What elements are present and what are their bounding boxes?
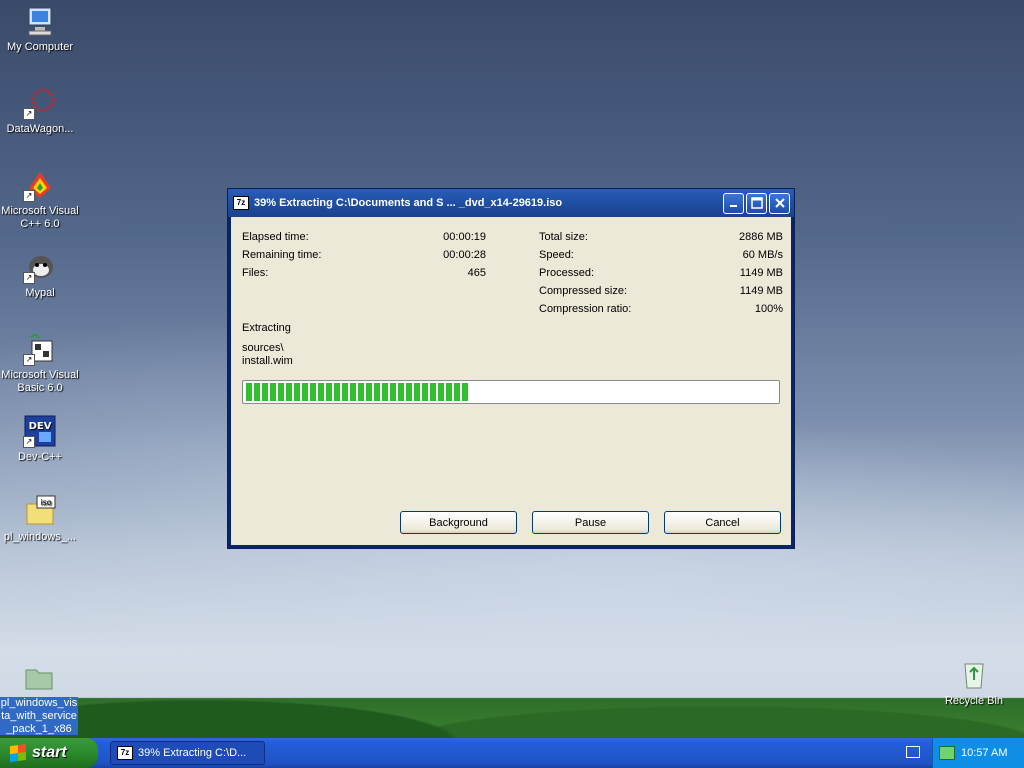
current-file: install.wim <box>242 355 293 367</box>
current-path: sources\ <box>242 342 284 354</box>
dialog-title-bar[interactable]: 7z 39% Extracting C:\Documents and S ...… <box>228 189 794 217</box>
files-value: 465 <box>467 267 486 279</box>
background-button[interactable]: Background <box>400 511 517 534</box>
desktop-icon-my-computer[interactable]: My Computer <box>0 4 80 54</box>
remaining-time-value: 00:00:28 <box>443 249 486 261</box>
taskbar: start 7z 39% Extracting C:\D... 10:57 AM <box>0 738 1024 768</box>
desktop-icon-label: Microsoft Visual C++ 6.0 <box>1 205 79 230</box>
minimize-button[interactable] <box>723 192 744 214</box>
processed-label: Processed: <box>539 267 595 279</box>
svg-text:iso: iso <box>40 498 51 507</box>
desktop-icon-devcpp[interactable]: DEV ↗ Dev-C++ <box>0 414 80 464</box>
computer-icon <box>23 4 57 38</box>
desktop-icon-recycle-bin[interactable]: Recycle Bin <box>934 658 1014 708</box>
processed-value: 1149 MB <box>739 267 783 279</box>
desktop-icon-mypal[interactable]: ↗ Mypal <box>0 250 80 300</box>
shortcut-arrow-icon: ↗ <box>23 272 35 284</box>
desktop-icon-label: Microsoft Visual Basic 6.0 <box>1 369 79 394</box>
compressed-size-value: 1149 MB <box>739 285 783 297</box>
taskbar-item-label: 39% Extracting C:\D... <box>138 747 247 759</box>
compression-ratio-value: 100% <box>754 303 783 315</box>
desktop-icon-visual-cpp[interactable]: ↗ Microsoft Visual C++ 6.0 <box>0 168 80 231</box>
svg-text:DEV: DEV <box>29 421 52 432</box>
taskbar-item-7zip[interactable]: 7z 39% Extracting C:\D... <box>110 741 265 765</box>
visual-cpp-icon: ↗ <box>23 168 57 202</box>
shortcut-arrow-icon: ↗ <box>23 190 35 202</box>
network-icon[interactable] <box>939 746 955 760</box>
maximize-icon <box>750 197 763 209</box>
speed-value: 60 MB/s <box>742 249 783 261</box>
shortcut-arrow-icon: ↗ <box>23 436 35 448</box>
extraction-progress-bar <box>242 380 780 404</box>
close-icon <box>774 198 785 208</box>
7zip-app-icon: 7z <box>117 746 133 760</box>
desktop-icon-iso-file[interactable]: iso pl_windows_... <box>0 494 80 544</box>
folder-icon <box>22 660 56 694</box>
shortcut-arrow-icon: ↗ <box>23 108 35 120</box>
compressed-size-label: Compressed size: <box>539 285 628 297</box>
desktop-icon-visual-basic[interactable]: ↗ Microsoft Visual Basic 6.0 <box>0 332 80 395</box>
start-button[interactable]: start <box>0 738 98 768</box>
cancel-button[interactable]: Cancel <box>664 511 781 534</box>
desktop-icon-label: Dev-C++ <box>17 451 63 463</box>
iso-file-icon: iso <box>23 494 57 528</box>
desktop-icon-label: Recycle Bin <box>944 695 1004 707</box>
desktop-icon-label: Mypal <box>25 287 55 299</box>
status-label: Extracting <box>242 322 291 334</box>
windows-logo-icon <box>10 743 26 763</box>
speed-label: Speed: <box>539 249 574 261</box>
datawagon-icon: ↗ <box>23 86 57 120</box>
extract-progress-dialog: 7z 39% Extracting C:\Documents and S ...… <box>227 188 795 549</box>
7zip-app-icon: 7z <box>233 196 249 210</box>
wallpaper-hills <box>0 648 1024 738</box>
devcpp-icon: DEV ↗ <box>23 414 57 448</box>
files-label: Files: <box>242 267 269 279</box>
desktop-icon-label: My Computer <box>6 41 74 53</box>
desktop-icon-vista-folder[interactable]: pl_windows_vista_with_service_pack_1_x86 <box>0 660 78 735</box>
desktop-icon-label: pl_windows_... <box>3 531 77 543</box>
clock[interactable]: 10:57 AM <box>961 747 1007 759</box>
minimize-icon <box>729 205 737 207</box>
elapsed-time-label: Elapsed time: <box>242 231 309 243</box>
total-size-value: 2886 MB <box>738 231 783 243</box>
keyboard-layout-icon[interactable] <box>906 746 920 758</box>
shortcut-arrow-icon: ↗ <box>23 354 35 366</box>
remaining-time-label: Remaining time: <box>242 249 322 261</box>
pause-button[interactable]: Pause <box>532 511 649 534</box>
compression-ratio-label: Compression ratio: <box>539 303 632 315</box>
visual-basic-icon: ↗ <box>23 332 57 366</box>
desktop-icon-label: DataWagon... <box>6 123 74 135</box>
close-button[interactable] <box>769 192 790 214</box>
dialog-client-area: Elapsed time: 00:00:19 Remaining time: 0… <box>231 217 791 545</box>
mypal-icon: ↗ <box>23 250 57 284</box>
system-tray: 10:57 AM <box>932 738 1024 768</box>
desktop-icon-datawagon[interactable]: ↗ DataWagon... <box>0 86 80 136</box>
progress-fill <box>246 383 469 401</box>
dialog-title: 39% Extracting C:\Documents and S ... _d… <box>254 197 563 209</box>
desktop-icon-label: pl_windows_vista_with_service_pack_1_x86 <box>0 697 78 735</box>
recycle-bin-icon <box>957 658 991 692</box>
maximize-button[interactable] <box>746 192 767 214</box>
total-size-label: Total size: <box>539 231 588 243</box>
elapsed-time-value: 00:00:19 <box>443 231 486 243</box>
start-label: start <box>32 744 67 761</box>
